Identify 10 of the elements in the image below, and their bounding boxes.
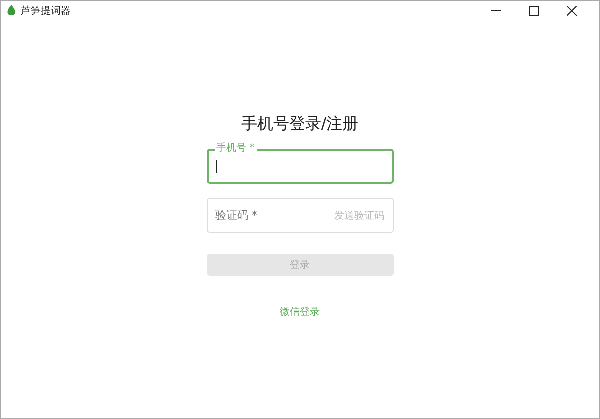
app-logo-icon xyxy=(7,5,16,17)
window-title: 芦笋提词器 xyxy=(21,4,71,18)
field-label: 手机号 * xyxy=(214,143,257,155)
wechat-login-link[interactable]: 微信登录 xyxy=(280,305,320,319)
field-placeholder: 验证码 * xyxy=(216,208,258,223)
code-field[interactable]: 验证码 * 发送验证码 xyxy=(206,198,394,233)
maximize-icon[interactable] xyxy=(529,6,539,16)
send-code-link[interactable]: 发送验证码 xyxy=(334,208,384,222)
login-heading: 手机号登录/注册 xyxy=(241,114,359,135)
close-icon[interactable] xyxy=(567,6,577,16)
